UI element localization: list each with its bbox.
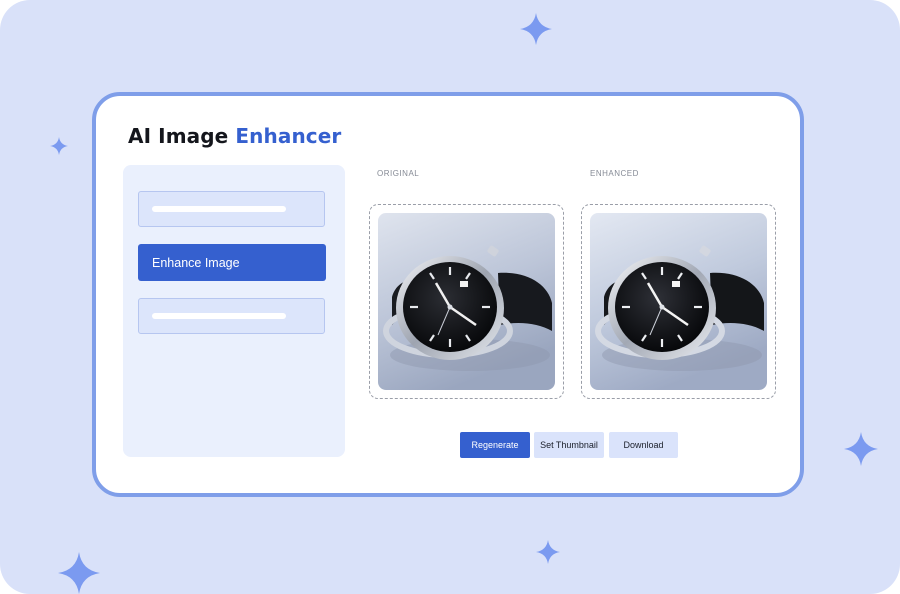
- sparkle-icon: [58, 552, 100, 594]
- title-accent: Enhancer: [235, 124, 342, 148]
- title-plain: AI Image: [128, 124, 229, 148]
- wristwatch-photo-icon: [378, 213, 555, 390]
- settings-panel: Enhance Image: [123, 165, 345, 457]
- sparkle-icon: [844, 432, 878, 466]
- download-button[interactable]: Download: [609, 432, 678, 458]
- option-input-placeholder[interactable]: [138, 298, 325, 334]
- wristwatch-photo-icon: [590, 213, 767, 390]
- canvas-background: AI Image Enhancer Enhance Image ORIGINAL…: [0, 0, 900, 594]
- original-label: ORIGINAL: [377, 169, 420, 178]
- placeholder-bar: [152, 206, 286, 212]
- sparkle-icon: [536, 540, 560, 564]
- set-thumbnail-button[interactable]: Set Thumbnail: [534, 432, 604, 458]
- enhancer-card: AI Image Enhancer Enhance Image ORIGINAL…: [92, 92, 804, 497]
- page-title: AI Image Enhancer: [128, 124, 341, 148]
- prompt-input-placeholder[interactable]: [138, 191, 325, 227]
- sparkle-icon: [50, 137, 68, 155]
- original-image: [378, 213, 555, 390]
- enhanced-image: [590, 213, 767, 390]
- sparkle-icon: [520, 13, 552, 45]
- regenerate-button[interactable]: Regenerate: [460, 432, 530, 458]
- enhanced-image-frame: [581, 204, 776, 399]
- enhanced-label: ENHANCED: [590, 169, 639, 178]
- original-image-frame: [369, 204, 564, 399]
- placeholder-bar: [152, 313, 286, 319]
- enhance-image-button[interactable]: Enhance Image: [138, 244, 326, 281]
